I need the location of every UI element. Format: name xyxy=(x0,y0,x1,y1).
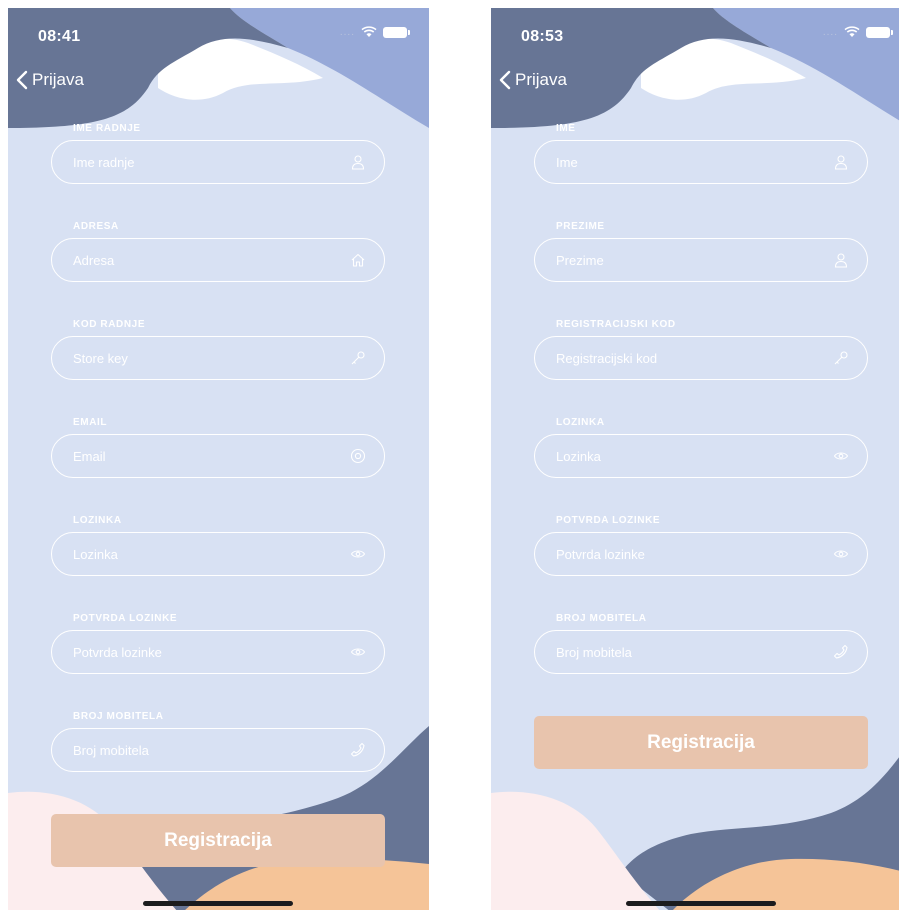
field-store-name: IME RADNJE xyxy=(51,118,385,216)
wifi-icon xyxy=(361,26,377,37)
field-registration-code: REGISTRACIJSKI KOD xyxy=(534,314,868,412)
password-input[interactable] xyxy=(556,448,796,464)
field-first-name: IME xyxy=(534,118,868,216)
registration-code-input[interactable] xyxy=(556,350,796,366)
chevron-left-icon xyxy=(16,70,28,90)
password-confirm-input[interactable] xyxy=(556,546,796,562)
field-password-confirm: POTVRDA LOZINKE xyxy=(534,510,868,608)
signal-icon: .... xyxy=(822,26,838,38)
field-label: LOZINKA xyxy=(556,417,605,428)
field-address: ADRESA xyxy=(51,216,385,314)
phone-icon xyxy=(833,644,848,659)
signal-icon: .... xyxy=(339,26,355,38)
battery-icon xyxy=(866,26,893,38)
address-input[interactable] xyxy=(73,252,313,268)
field-label: KOD RADNJE xyxy=(73,319,146,330)
chevron-left-icon xyxy=(499,70,511,90)
form-fields: IME RADNJE ADRESA KOD RADNJE EMAIL xyxy=(51,118,385,804)
password-confirm-input[interactable] xyxy=(73,644,313,660)
password-input[interactable] xyxy=(73,546,313,562)
phone-input[interactable] xyxy=(73,742,313,758)
field-label: BROJ MOBITELA xyxy=(73,711,164,722)
person-icon xyxy=(834,253,848,268)
field-email: EMAIL xyxy=(51,412,385,510)
store-name-input[interactable] xyxy=(73,154,313,170)
last-name-input[interactable] xyxy=(556,252,796,268)
person-icon xyxy=(351,155,365,170)
field-label: EMAIL xyxy=(73,417,108,428)
status-time: 08:53 xyxy=(521,28,564,45)
key-icon xyxy=(351,351,365,365)
register-button[interactable]: Registracija xyxy=(51,814,385,867)
field-label: ADRESA xyxy=(73,221,119,232)
field-password-confirm: POTVRDA LOZINKE xyxy=(51,608,385,706)
input-box[interactable] xyxy=(51,434,385,478)
email-input[interactable] xyxy=(73,448,313,464)
back-label: Prijava xyxy=(32,70,84,89)
input-box[interactable] xyxy=(51,630,385,674)
input-box[interactable] xyxy=(51,532,385,576)
status-icons: .... xyxy=(822,26,893,38)
field-label: POTVRDA LOZINKE xyxy=(556,515,661,526)
store-key-input[interactable] xyxy=(73,350,313,366)
eye-icon[interactable] xyxy=(350,546,366,562)
field-label: BROJ MOBITELA xyxy=(556,613,647,624)
field-last-name: PREZIME xyxy=(534,216,868,314)
input-box[interactable] xyxy=(534,630,868,674)
back-label: Prijava xyxy=(515,70,567,89)
field-password: LOZINKA xyxy=(51,510,385,608)
field-label: PREZIME xyxy=(556,221,605,232)
input-box[interactable] xyxy=(51,140,385,184)
field-label: POTVRDA LOZINKE xyxy=(73,613,178,624)
field-label: LOZINKA xyxy=(73,515,122,526)
field-label: IME RADNJE xyxy=(73,123,141,134)
battery-icon xyxy=(383,26,410,38)
eye-icon[interactable] xyxy=(350,644,366,660)
field-phone: BROJ MOBITELA xyxy=(534,608,868,706)
input-box[interactable] xyxy=(51,238,385,282)
field-label: IME xyxy=(556,123,576,134)
phone-input[interactable] xyxy=(556,644,796,660)
input-box[interactable] xyxy=(51,336,385,380)
at-icon xyxy=(350,448,366,464)
field-phone: BROJ MOBITELA xyxy=(51,706,385,804)
back-button[interactable]: Prijava xyxy=(499,70,567,90)
phone-icon xyxy=(350,742,365,757)
registration-screen-user: 08:53 .... Prijava IME PREZIME xyxy=(491,8,899,910)
registration-screen-store: 08:41 .... Prijava IME RADNJE ADRESA xyxy=(8,8,429,910)
key-icon xyxy=(834,351,848,365)
back-button[interactable]: Prijava xyxy=(16,70,84,90)
field-password: LOZINKA xyxy=(534,412,868,510)
first-name-input[interactable] xyxy=(556,154,796,170)
form-fields: IME PREZIME REGISTRACIJSKI KOD LOZINKA xyxy=(534,118,868,706)
eye-icon[interactable] xyxy=(833,448,849,464)
eye-icon[interactable] xyxy=(833,546,849,562)
input-box[interactable] xyxy=(534,434,868,478)
input-box[interactable] xyxy=(534,336,868,380)
status-icons: .... xyxy=(339,26,410,38)
input-box[interactable] xyxy=(51,728,385,772)
status-time: 08:41 xyxy=(38,28,81,45)
input-box[interactable] xyxy=(534,532,868,576)
wifi-icon xyxy=(844,26,860,37)
home-indicator xyxy=(626,901,776,906)
input-box[interactable] xyxy=(534,140,868,184)
register-button[interactable]: Registracija xyxy=(534,716,868,769)
person-icon xyxy=(834,155,848,170)
home-indicator xyxy=(143,901,293,906)
field-label: REGISTRACIJSKI KOD xyxy=(556,319,676,330)
input-box[interactable] xyxy=(534,238,868,282)
home-icon xyxy=(351,253,365,267)
field-store-key: KOD RADNJE xyxy=(51,314,385,412)
